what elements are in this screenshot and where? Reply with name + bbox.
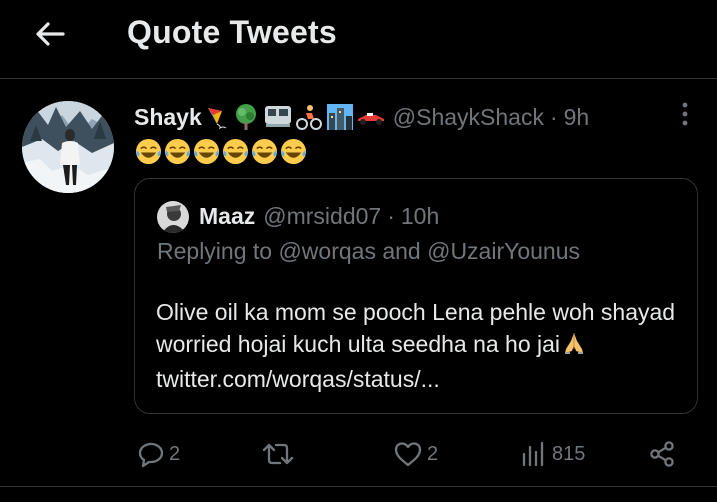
share-button[interactable] [648, 434, 676, 474]
like-count: 2 [427, 442, 439, 465]
display-name[interactable]: Shayk [134, 104, 202, 131]
laughing-emoji-icon [135, 138, 162, 165]
like-button[interactable]: 2 [393, 434, 438, 474]
quoted-tweet-text: Olive oil ka mom se pooch Lena pehle woh… [156, 296, 686, 395]
race-car-icon [357, 113, 384, 125]
folded-hands-icon [562, 331, 586, 363]
page-title: Quote Tweets [127, 14, 337, 50]
quoted-avatar[interactable] [157, 201, 189, 233]
tweet-link[interactable]: twitter.com/worqas/status/... [156, 366, 440, 392]
username[interactable]: @ShaykShack [393, 104, 544, 131]
laughing-emoji-icon [193, 138, 220, 165]
cityscape-icon [326, 104, 353, 130]
cyclist-icon [295, 105, 322, 130]
name-emojis [204, 103, 385, 131]
timestamp[interactable]: 9h [564, 104, 590, 131]
quoted-timestamp[interactable]: 10h [401, 203, 439, 230]
views-count: 815 [552, 442, 586, 465]
reply-icon [138, 442, 164, 468]
more-button[interactable] [674, 100, 696, 128]
tweet-text [135, 138, 307, 165]
quoted-username[interactable]: @mrsidd07 [263, 203, 381, 230]
tree-icon [235, 104, 256, 130]
more-icon [682, 102, 688, 126]
quoted-text-body: Olive oil ka mom se pooch Lena pehle woh… [156, 299, 676, 357]
action-bar: 2 2 815 [0, 434, 717, 474]
laughing-emoji-icon [280, 138, 307, 165]
quoted-author-row: Maaz @mrsidd07 · 10h [199, 200, 439, 232]
reply-count: 2 [169, 442, 181, 465]
laughing-emoji-icon [222, 138, 249, 165]
views-icon [522, 441, 544, 467]
separator-dot: · [549, 103, 558, 130]
retweet-button[interactable] [262, 434, 298, 474]
quoted-display-name[interactable]: Maaz [199, 203, 255, 230]
avatar[interactable] [22, 101, 114, 193]
retweet-icon [262, 443, 294, 465]
separator-dot: · [387, 202, 395, 229]
reply-button[interactable]: 2 [137, 434, 180, 474]
share-icon [650, 441, 674, 467]
back-arrow-icon [36, 22, 65, 46]
top-bar: Quote Tweets [0, 0, 717, 79]
divider [0, 486, 717, 487]
laughing-emoji-icon [251, 138, 278, 165]
tweet[interactable]: Shayk @ShaykShack · 9h Maaz @mrsidd07 · … [0, 80, 717, 490]
quoted-tweet-card[interactable]: Maaz @mrsidd07 · 10h Replying to @worqas… [134, 178, 698, 414]
back-button[interactable] [30, 14, 70, 54]
train-icon [264, 106, 291, 127]
like-icon [394, 442, 422, 467]
views-button[interactable]: 815 [520, 434, 585, 474]
kite-icon [207, 108, 227, 129]
laughing-emoji-icon [164, 138, 191, 165]
tweet-author-row: Shayk @ShaykShack · 9h [134, 101, 589, 133]
replying-to: Replying to @worqas and @UzairYounus [157, 238, 581, 264]
